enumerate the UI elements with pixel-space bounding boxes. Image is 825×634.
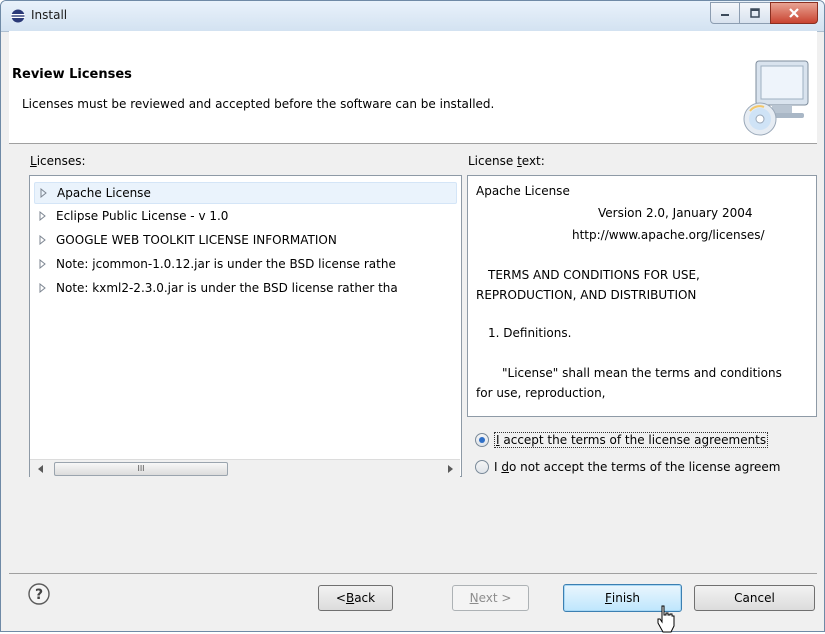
list-item[interactable]: Note: kxml2-2.3.0.jar is under the BSD l…: [38, 278, 398, 298]
expand-arrow-icon: [39, 211, 46, 221]
scroll-grip: III: [137, 464, 145, 473]
maximize-button[interactable]: [739, 2, 771, 24]
license-text-line: REPRODUCTION, AND DISTRIBUTION: [476, 288, 697, 302]
help-icon[interactable]: ?: [28, 583, 50, 605]
wizard-header: [9, 31, 817, 144]
licenses-list[interactable]: Apache License Eclipse Public License - …: [29, 175, 462, 477]
list-item[interactable]: GOOGLE WEB TOOLKIT LICENSE INFORMATION: [38, 230, 337, 250]
window-title: Install: [31, 8, 68, 22]
next-button: Next >: [452, 585, 529, 611]
minimize-icon: [721, 14, 729, 16]
page-description: Licenses must be reviewed and accepted b…: [22, 97, 495, 111]
minimize-button[interactable]: [710, 2, 740, 24]
license-text-label: License text:: [468, 154, 545, 168]
decline-license-radio[interactable]: I do not accept the terms of the license…: [475, 458, 780, 476]
arrow-left-icon: [37, 464, 43, 473]
back-button[interactable]: < Back: [318, 585, 393, 611]
license-text-area[interactable]: Apache License Version 2.0, January 2004…: [467, 175, 817, 417]
license-text-line: 1. Definitions.: [488, 326, 572, 340]
license-text-line: http://www.apache.org/licenses/: [572, 228, 765, 242]
install-dialog: Install Review Licenses Licenses must be…: [0, 0, 825, 632]
licenses-label: Licenses:: [30, 154, 86, 168]
page-title: Review Licenses: [12, 67, 132, 82]
cancel-button[interactable]: Cancel: [694, 585, 815, 611]
scroll-thumb[interactable]: III: [54, 462, 228, 476]
button-bar-divider: [9, 573, 817, 574]
list-item[interactable]: Apache License: [34, 182, 457, 204]
maximize-icon: [750, 8, 760, 18]
title-bar[interactable]: Install: [1, 1, 824, 32]
svg-text:?: ?: [35, 587, 43, 603]
expand-arrow-icon: [39, 235, 46, 245]
monitor-cd-icon: [743, 60, 809, 136]
expand-arrow-icon: [40, 188, 47, 198]
scroll-right-button[interactable]: [441, 460, 458, 477]
expand-arrow-icon: [39, 259, 46, 269]
radio-selected[interactable]: [475, 433, 489, 447]
license-text-line: TERMS AND CONDITIONS FOR USE,: [488, 268, 700, 282]
list-item[interactable]: Note: jcommon-1.0.12.jar is under the BS…: [38, 254, 396, 274]
mouse-cursor-icon: [657, 605, 675, 633]
window-controls: [710, 2, 818, 24]
radio-unselected[interactable]: [475, 460, 489, 474]
license-text-line: Version 2.0, January 2004: [598, 206, 753, 220]
close-icon: [789, 8, 799, 18]
arrow-right-icon: [447, 464, 453, 473]
accept-license-radio[interactable]: I accept the terms of the license agreem…: [475, 431, 769, 449]
list-item[interactable]: Eclipse Public License - v 1.0: [38, 206, 228, 226]
licenses-horizontal-scrollbar[interactable]: III: [30, 459, 460, 477]
eclipse-install-icon: [11, 9, 25, 23]
close-button[interactable]: [770, 2, 818, 24]
license-text-line: "License" shall mean the terms and condi…: [502, 366, 782, 380]
license-text-line: Apache License: [476, 184, 570, 198]
scroll-left-button[interactable]: [32, 460, 49, 477]
expand-arrow-icon: [39, 283, 46, 293]
license-text-line: for use, reproduction,: [476, 386, 606, 400]
